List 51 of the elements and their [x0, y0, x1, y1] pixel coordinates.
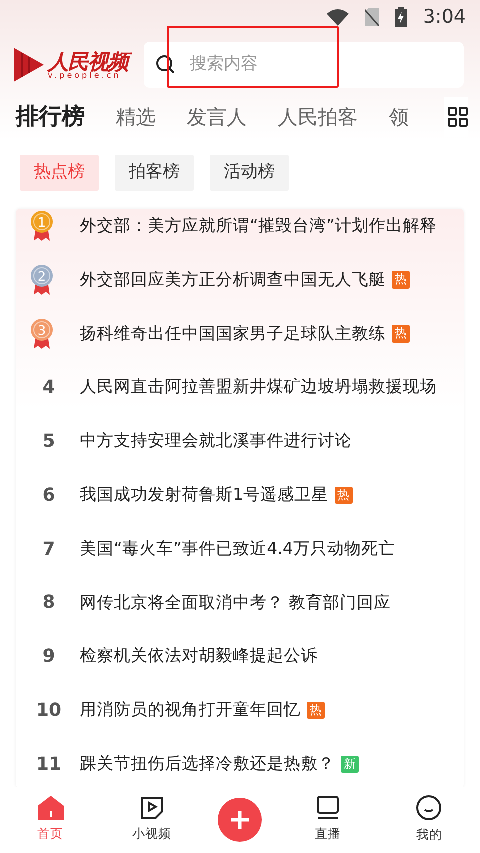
news-title[interactable]: 美国“毒火车”事件已致近4.4万只动物死亡 — [80, 536, 396, 562]
hot-tag: 热 — [392, 271, 410, 289]
tab[interactable]: 发言人 — [187, 102, 247, 132]
smile-icon — [416, 795, 442, 822]
rank-number: 7 — [42, 538, 56, 562]
news-title[interactable]: 检察机关依法对胡毅峰提起公诉 — [80, 644, 318, 670]
news-title[interactable]: 我国成功发射荷鲁斯1号遥感卫星 — [80, 483, 328, 508]
nav-tab[interactable]: 我的 — [394, 795, 464, 845]
tab[interactable]: 领 — [389, 102, 409, 132]
video-icon — [140, 796, 164, 820]
tab[interactable]: 人民拍客 — [278, 102, 358, 132]
search-input[interactable]: 搜索内容 — [188, 51, 338, 79]
rank-number: 9 — [42, 645, 56, 670]
news-title[interactable]: 网传北京将全面取消中考？ 教育部门回应 — [80, 590, 392, 616]
rank-number: 10 — [35, 699, 63, 724]
plus-icon — [230, 810, 250, 830]
news-title[interactable]: 扬科维奇出任中国国家男子足球队主教练 — [80, 322, 386, 346]
nav-tab[interactable]: 首页 — [16, 796, 86, 844]
rank-number: 6 — [42, 484, 56, 508]
grid-icon[interactable] — [448, 107, 468, 127]
news-title[interactable]: 用消防员的视角打开童年回忆 — [80, 698, 301, 723]
home-icon — [38, 796, 64, 820]
rank-number: 8 — [42, 591, 56, 616]
nav-tab[interactable]: 小视频 — [116, 796, 187, 844]
news-title[interactable]: 外交部回应美方正分析调查中国无人飞艇 — [80, 268, 386, 293]
chip-tab[interactable]: 拍客榜 — [115, 155, 194, 190]
nav-tab[interactable]: 直播 — [293, 796, 364, 844]
news-title[interactable]: 踝关节扭伤后选择冷敷还是热敷？ — [80, 752, 335, 777]
hot-tag: 热 — [392, 325, 410, 343]
hot-tag: 新 — [341, 756, 359, 774]
status-time: 3:04 — [423, 4, 466, 30]
hot-tag: 热 — [307, 702, 325, 720]
rank-number: 5 — [42, 430, 56, 454]
add-button[interactable] — [218, 798, 262, 842]
search-field[interactable]: 搜索内容 — [144, 42, 464, 88]
tab[interactable]: 排行榜 — [16, 100, 85, 134]
chip-tab[interactable]: 活动榜 — [210, 155, 289, 190]
logo-url: v.people.cn — [48, 72, 122, 80]
wifi-icon — [327, 8, 350, 26]
news-title[interactable]: 中方支持安理会就北溪事件进行讨论 — [80, 429, 352, 454]
hot-tag: 热 — [334, 486, 352, 504]
tab[interactable]: 精选 — [116, 102, 156, 132]
rank-number: 11 — [35, 752, 63, 777]
no-sim-icon — [365, 8, 380, 26]
news-title[interactable]: 外交部：美方应就所谓“摧毁台湾”计划作出解释 — [80, 214, 438, 239]
battery-icon — [395, 7, 408, 27]
tv-icon — [316, 796, 340, 820]
search-icon — [156, 55, 176, 75]
play-logo-icon — [14, 48, 44, 82]
rank-number: 4 — [42, 376, 56, 400]
news-title[interactable]: 人民网直击阿拉善盟新井煤矿边坡坍塌救援现场 — [80, 375, 437, 400]
